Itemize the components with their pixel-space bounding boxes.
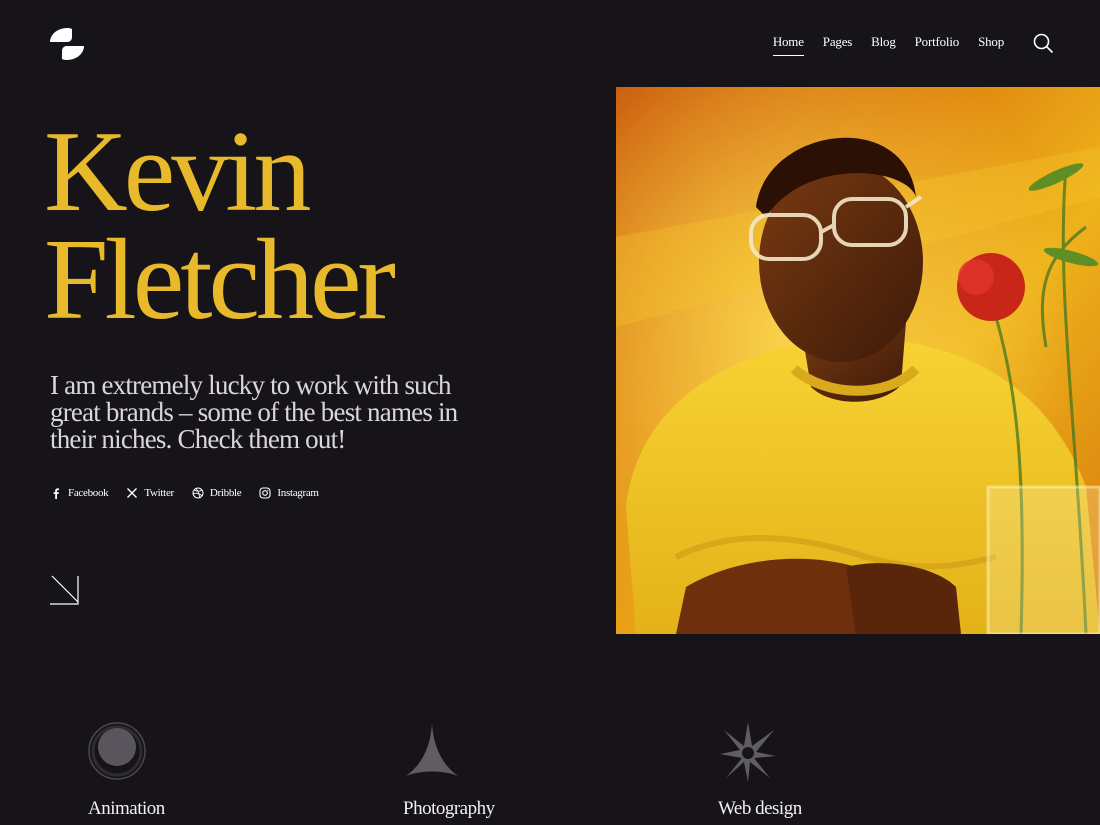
service-label: Web design [718, 798, 802, 819]
service-label: Animation [88, 798, 165, 819]
portrait-photo [616, 87, 1100, 634]
facebook-icon [53, 488, 59, 499]
service-label: Photography [403, 798, 495, 819]
x-icon [127, 488, 138, 498]
brand-logo[interactable] [48, 26, 86, 62]
instagram-icon [259, 487, 271, 499]
service-photography[interactable]: Photography [400, 720, 495, 819]
nav-blog[interactable]: Blog [871, 34, 896, 56]
service-animation[interactable]: Animation [86, 720, 165, 819]
search-icon[interactable] [1032, 32, 1054, 54]
first-name: Kevin [44, 108, 312, 236]
nav-portfolio[interactable]: Portfolio [915, 34, 960, 56]
social-label: Facebook [68, 487, 109, 499]
social-twitter[interactable]: Twitter [126, 487, 174, 499]
nav-shop[interactable]: Shop [978, 34, 1004, 56]
social-instagram[interactable]: Instagram [259, 487, 319, 499]
arrow-down-right-icon[interactable] [49, 573, 81, 605]
social-label: Dribble [209, 487, 242, 499]
hero-name: Kevin Fletcher [44, 108, 396, 344]
hero-tagline: I am extremely lucky to work with such g… [50, 370, 458, 454]
circle-icon [88, 722, 146, 780]
nav-pages[interactable]: Pages [823, 34, 853, 56]
social-facebook[interactable]: Facebook [50, 487, 109, 499]
nav-home[interactable]: Home [772, 34, 804, 56]
social-label: Twitter [144, 487, 174, 499]
star-burst-icon [720, 722, 776, 782]
social-links: Facebook Twitter Dribble Instagram [50, 487, 319, 499]
service-web-design[interactable]: Web design [716, 720, 802, 819]
social-dribbble[interactable]: Dribble [192, 487, 242, 499]
dribbble-icon [192, 487, 204, 499]
cone-icon [406, 724, 458, 776]
main-nav: Home Pages Blog Portfolio Shop [772, 34, 1004, 56]
social-label: Instagram [277, 487, 319, 499]
last-name: Fletcher [44, 216, 396, 344]
